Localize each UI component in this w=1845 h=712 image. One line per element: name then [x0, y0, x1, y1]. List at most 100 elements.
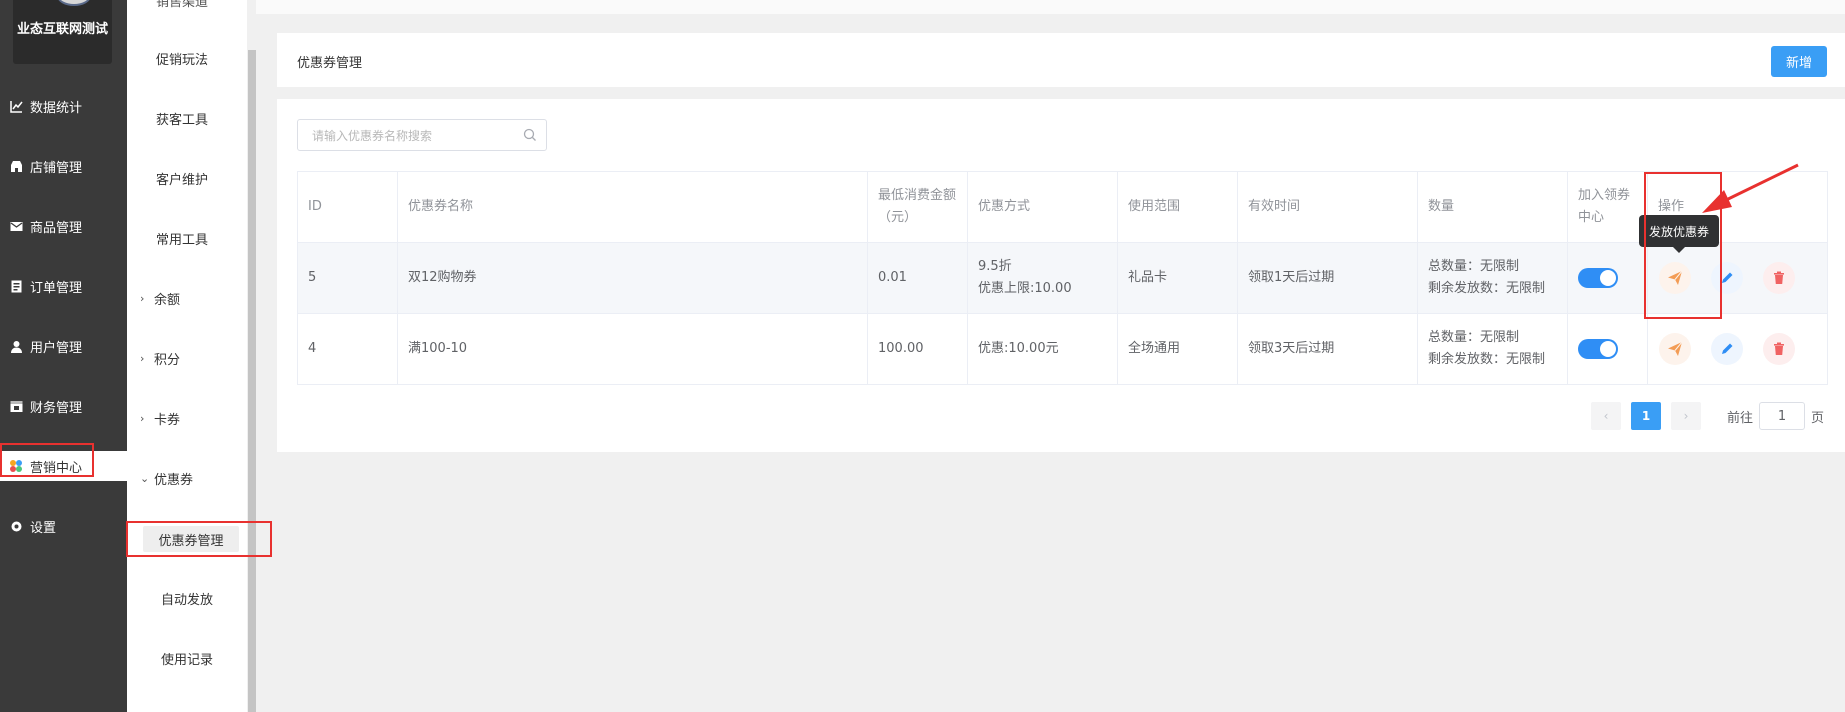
- subnav-group-label: 卡券: [154, 412, 181, 428]
- subnav-group-coupons[interactable]: ⌄ 优惠券: [127, 464, 247, 492]
- pencil-icon: [1722, 343, 1733, 354]
- sidebar-item-label: 订单管理: [30, 280, 83, 296]
- issue-coupon-button[interactable]: [1659, 333, 1691, 365]
- toggle-knob: [1600, 340, 1616, 357]
- line-chart-icon: [9, 99, 23, 113]
- goto-page-input[interactable]: [1759, 402, 1806, 430]
- goto-label: 前往: [1727, 410, 1754, 426]
- cell-name: 双12购物券: [397, 242, 868, 314]
- subnav-item-usage-records[interactable]: 使用记录: [127, 644, 247, 672]
- chevron-right-icon: ›: [140, 291, 145, 305]
- page-number-button[interactable]: 1: [1631, 402, 1661, 430]
- table-header-row: ID 优惠券名称 最低消费金额（元） 优惠方式 使用范围 有效时间 数量 加入领…: [297, 171, 1828, 243]
- sidebar-item-users[interactable]: 用户管理: [0, 331, 127, 361]
- cell-name: 满100-10: [397, 313, 868, 385]
- store-icon: [9, 159, 23, 173]
- column-header-name: 优惠券名称: [397, 171, 868, 243]
- cell-coupon-center: [1567, 313, 1648, 385]
- cell-scope: 全场通用: [1117, 313, 1238, 385]
- chevron-right-icon: ›: [140, 411, 145, 425]
- cell-discount: 9.5折 优惠上限:10.00: [967, 242, 1118, 314]
- cell-scope: 礼品卡: [1117, 242, 1238, 314]
- gear-icon: [9, 519, 23, 533]
- annotation-highlight-marketing: [0, 443, 94, 477]
- cell-min-amount: 100.00: [867, 313, 968, 385]
- annotation-arrow: [1702, 163, 1799, 213]
- cell-coupon-center: [1567, 242, 1648, 314]
- user-icon: [9, 339, 23, 353]
- annotation-highlight-coupon-management: [126, 521, 272, 557]
- discount-cap: 优惠上限:10.00: [978, 281, 1072, 296]
- subnav-item-tools[interactable]: 常用工具: [127, 224, 247, 252]
- subnav-group-points[interactable]: › 积分: [127, 344, 247, 372]
- subnav-group-label: 积分: [154, 352, 181, 368]
- trash-icon: [1774, 271, 1784, 284]
- column-header-id: ID: [297, 171, 398, 243]
- coupon-center-toggle[interactable]: [1578, 338, 1618, 359]
- sidebar-item-store[interactable]: 店铺管理: [0, 151, 127, 181]
- cell-discount: 优惠:10.00元: [967, 313, 1118, 385]
- subnav-group-balance[interactable]: › 余额: [127, 284, 247, 312]
- cell-validity: 领取3天后过期: [1237, 313, 1418, 385]
- cell-actions: [1647, 313, 1828, 385]
- subnav-item-retention[interactable]: 客户维护: [127, 164, 247, 192]
- trash-icon: [1774, 342, 1784, 355]
- sidebar-item-label: 财务管理: [30, 400, 83, 416]
- scrollbar-thumb[interactable]: [248, 50, 256, 712]
- mail-icon: [9, 219, 23, 233]
- finance-icon: [9, 399, 23, 413]
- chevron-right-icon: ›: [140, 351, 145, 365]
- order-icon: [9, 279, 23, 293]
- sidebar-item-stats[interactable]: 数据统计: [0, 91, 127, 121]
- delete-button[interactable]: [1763, 262, 1795, 294]
- add-coupon-button[interactable]: 新增: [1771, 46, 1827, 77]
- cell-validity: 领取1天后过期: [1237, 242, 1418, 314]
- coupon-center-toggle[interactable]: [1578, 267, 1618, 288]
- quantity-total: 总数量：无限制: [1428, 330, 1520, 345]
- subnav-item-partial[interactable]: 销售渠道: [127, 0, 247, 14]
- coupon-list-card: ID 优惠券名称 最低消费金额（元） 优惠方式 使用范围 有效时间 数量 加入领…: [277, 99, 1845, 452]
- search-input[interactable]: [312, 126, 512, 146]
- sidebar-item-label: 设置: [30, 520, 57, 536]
- sidebar-item-goods[interactable]: 商品管理: [0, 211, 127, 241]
- subnav-item-acquisition[interactable]: 获客工具: [127, 104, 247, 132]
- brand-block: 业态互联网测试: [13, 0, 112, 64]
- edit-button[interactable]: [1711, 333, 1743, 365]
- quantity-total: 总数量：无限制: [1428, 259, 1520, 274]
- sidebar-item-settings[interactable]: 设置: [0, 511, 127, 541]
- prev-page-button[interactable]: ‹: [1591, 402, 1621, 430]
- cell-quantity: 总数量：无限制 剩余发放数：无限制: [1417, 313, 1568, 385]
- secondary-sidebar: 销售渠道 促销玩法 获客工具 客户维护 常用工具 › 余额 › 积分 › 卡券 …: [127, 0, 247, 712]
- brand-logo: [57, 0, 91, 6]
- top-bar: [256, 0, 1845, 14]
- delete-button[interactable]: [1763, 333, 1795, 365]
- subnav-group-label: 优惠券: [154, 472, 194, 488]
- coupon-table: ID 优惠券名称 最低消费金额（元） 优惠方式 使用范围 有效时间 数量 加入领…: [297, 171, 1828, 385]
- subnav-item-auto-issue[interactable]: 自动发放: [127, 584, 247, 612]
- page-title: 优惠券管理: [297, 56, 363, 71]
- cell-quantity: 总数量：无限制 剩余发放数：无限制: [1417, 242, 1568, 314]
- sidebar-item-orders[interactable]: 订单管理: [0, 271, 127, 301]
- goto-suffix: 页: [1811, 410, 1825, 426]
- subnav-scrollbar[interactable]: [248, 0, 256, 712]
- quantity-remaining: 剩余发放数：无限制: [1428, 352, 1546, 367]
- column-header-validity: 有效时间: [1237, 171, 1418, 243]
- brand-name: 业态互联网测试: [16, 22, 108, 37]
- column-header-scope: 使用范围: [1117, 171, 1238, 243]
- sidebar-item-label: 店铺管理: [30, 160, 83, 176]
- pagination: ‹ 1 › 前往 页: [1591, 402, 1824, 430]
- cell-min-amount: 0.01: [867, 242, 968, 314]
- column-header-min-amount: 最低消费金额（元）: [867, 171, 968, 243]
- subnav-group-cards[interactable]: › 卡券: [127, 404, 247, 432]
- next-page-button[interactable]: ›: [1671, 402, 1701, 430]
- search-icon[interactable]: [522, 127, 538, 143]
- column-header-quantity: 数量: [1417, 171, 1568, 243]
- sidebar-item-finance[interactable]: 财务管理: [0, 391, 127, 421]
- toggle-knob: [1600, 269, 1616, 286]
- subnav-item-promotions[interactable]: 促销玩法: [127, 44, 247, 72]
- table-row: 4 满100-10 100.00 优惠:10.00元 全场通用 领取3天后过期 …: [297, 313, 1828, 385]
- search-box: [297, 119, 547, 151]
- column-header-coupon-center: 加入领券中心: [1567, 171, 1648, 243]
- sidebar-item-label: 数据统计: [30, 100, 83, 116]
- table-row: 5 双12购物券 0.01 9.5折 优惠上限:10.00 礼品卡 领取1天后过…: [297, 242, 1828, 314]
